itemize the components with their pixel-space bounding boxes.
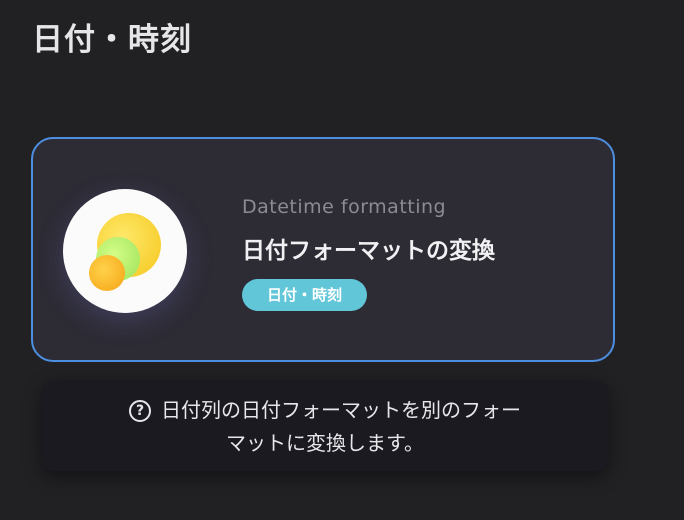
tooltip-text-1: 日付列の日付フォーマットを別のフォー xyxy=(161,398,521,422)
category-tag: 日付・時刻 xyxy=(242,279,368,311)
question-circle-icon: ? xyxy=(129,400,151,422)
overlapping-circles-icon xyxy=(63,189,187,313)
page-title: 日付・時刻 xyxy=(32,22,192,58)
datetime-format-card[interactable]: Datetime formatting 日付フォーマットの変換 日付・時刻 xyxy=(31,137,615,362)
tooltip-line-2: マットに変換します。 xyxy=(226,431,424,455)
icon-circle-small xyxy=(89,255,125,291)
tooltip-line-1: ? 日付列の日付フォーマットを別のフォー xyxy=(42,394,608,427)
card-title: 日付フォーマットの変換 xyxy=(242,238,495,264)
card-subtitle: Datetime formatting xyxy=(242,196,447,218)
description-tooltip: ? 日付列の日付フォーマットを別のフォー マットに変換します。 xyxy=(42,380,608,471)
